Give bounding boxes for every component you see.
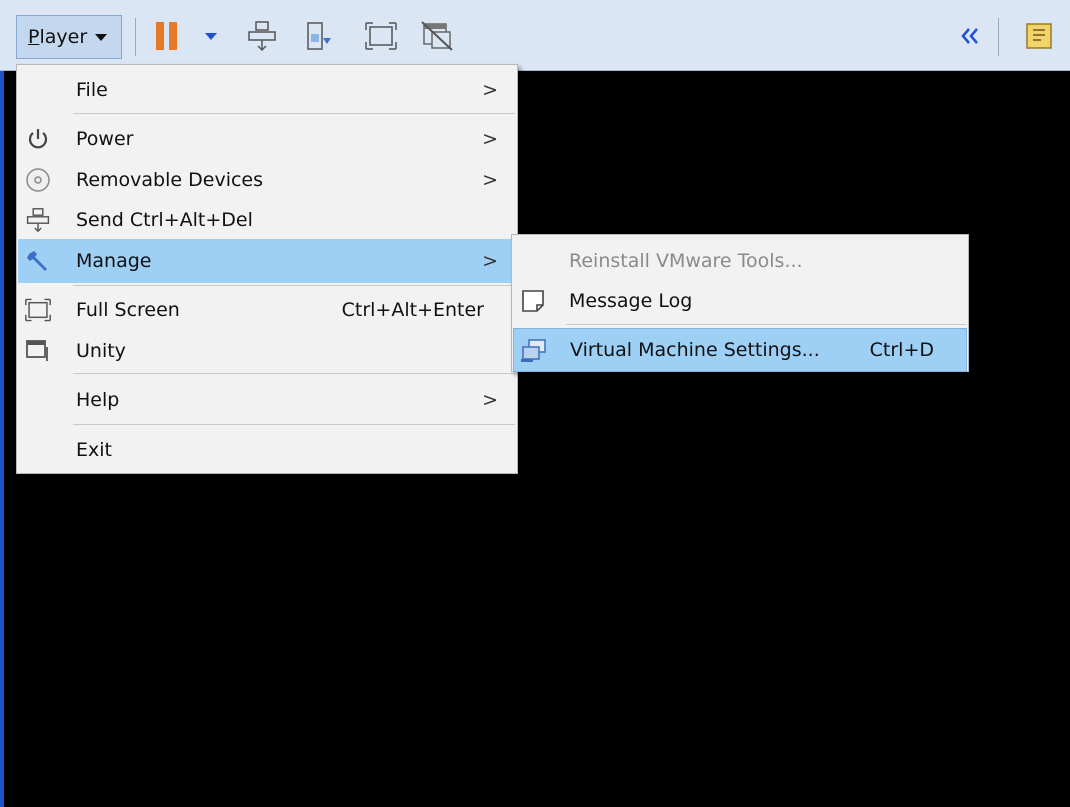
unity-icon (421, 21, 453, 51)
menu-item-send-ctrl-alt-del[interactable]: Send Ctrl+Alt+Del (18, 198, 516, 242)
submenu-arrow-icon: > (482, 128, 498, 150)
menu-separator (566, 324, 966, 325)
menu-item-label: Virtual Machine Settings... (570, 339, 820, 361)
menu-item-file[interactable]: File > (18, 68, 516, 112)
menu-item-removable-devices[interactable]: Removable Devices > (18, 158, 516, 202)
menu-item-exit[interactable]: Exit (18, 428, 516, 472)
menu-separator (73, 424, 515, 425)
send-ctrl-alt-del-icon (248, 21, 276, 52)
submenu-item-reinstall-vmware-tools[interactable]: Reinstall VMware Tools... (513, 239, 967, 283)
disc-icon (22, 164, 54, 196)
menu-separator (73, 285, 515, 286)
toolbar-separator (998, 18, 999, 56)
manage-submenu: Reinstall VMware Tools... Message Log Vi… (511, 234, 969, 372)
unity-button[interactable] (420, 20, 454, 52)
menu-item-label: Removable Devices (76, 169, 264, 191)
power-icon (22, 123, 54, 155)
menu-separator (73, 113, 515, 114)
send-ctrl-alt-del-icon (22, 204, 54, 236)
menu-item-label: Power (76, 128, 134, 150)
collapse-library-button[interactable] (958, 20, 982, 52)
menu-item-label: Full Screen (76, 299, 180, 321)
menu-item-label: File (76, 79, 108, 101)
player-menu: File > Power > Removable Devices > Send … (16, 64, 518, 474)
menu-item-label: Reinstall VMware Tools... (569, 250, 803, 272)
message-log-icon (517, 285, 549, 317)
library-icon (1026, 23, 1052, 49)
player-menu-label: Player (28, 26, 88, 48)
menu-item-shortcut: Ctrl+Alt+Enter (341, 299, 484, 321)
pause-icon (156, 22, 177, 50)
submenu-arrow-icon: > (482, 169, 498, 191)
collapse-chevrons-icon (961, 28, 978, 44)
pause-button[interactable] (150, 20, 184, 52)
vm-settings-icon (518, 335, 550, 367)
menu-item-help[interactable]: Help > (18, 378, 516, 422)
removable-device-icon (307, 22, 331, 50)
menu-item-label: Exit (76, 439, 112, 461)
power-dropdown-button[interactable] (200, 20, 222, 52)
menu-item-full-screen[interactable]: Full Screen Ctrl+Alt+Enter (18, 288, 516, 332)
menu-item-shortcut: Ctrl+D (869, 339, 934, 361)
dropdown-arrow-icon (205, 33, 217, 40)
menu-item-label: Help (76, 389, 120, 411)
wrench-icon (22, 245, 54, 277)
menu-item-label: Unity (76, 340, 126, 362)
player-menu-button[interactable]: Player (16, 15, 122, 59)
submenu-arrow-icon: > (482, 389, 498, 411)
menu-item-power[interactable]: Power > (18, 117, 516, 161)
removable-devices-button[interactable] (302, 20, 336, 52)
submenu-arrow-icon: > (482, 250, 498, 272)
toolbar: Player (0, 0, 1070, 71)
menu-separator (73, 373, 515, 374)
menu-item-unity[interactable]: Unity (18, 329, 516, 373)
vm-window-edge (0, 71, 4, 807)
submenu-item-message-log[interactable]: Message Log (513, 279, 967, 323)
submenu-item-vm-settings[interactable]: Virtual Machine Settings... Ctrl+D (513, 328, 967, 372)
unity-icon (22, 335, 54, 367)
full-screen-button[interactable] (364, 20, 398, 52)
submenu-arrow-icon: > (482, 79, 498, 101)
menu-item-label: Message Log (569, 290, 693, 312)
menu-item-manage[interactable]: Manage > (18, 239, 516, 283)
library-button[interactable] (1022, 20, 1056, 52)
fullscreen-icon (365, 22, 397, 50)
fullscreen-icon (22, 294, 54, 326)
send-ctrl-alt-del-button[interactable] (245, 20, 279, 52)
menu-item-label: Send Ctrl+Alt+Del (76, 209, 253, 231)
menu-item-label: Manage (76, 250, 152, 272)
toolbar-separator (135, 18, 136, 56)
chevron-down-icon (95, 33, 108, 41)
